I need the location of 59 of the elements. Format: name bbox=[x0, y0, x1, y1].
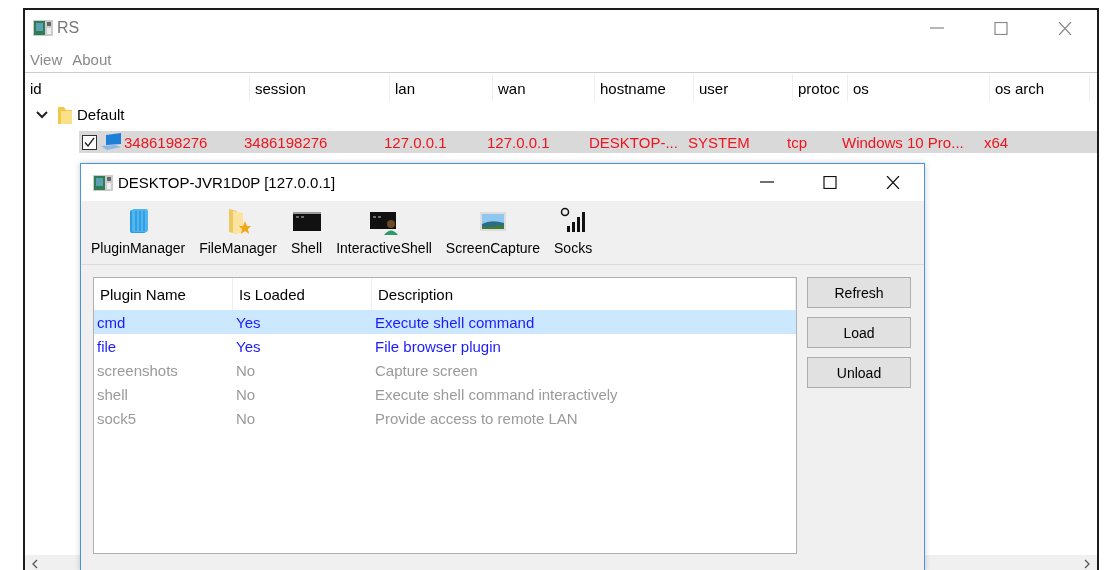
table-cell-text: sock5 bbox=[96, 409, 138, 427]
toolbar-button[interactable]: PluginManager bbox=[91, 207, 186, 264]
column-header[interactable]: session bbox=[250, 75, 390, 101]
scroll-left-icon[interactable] bbox=[31, 558, 39, 569]
table-cell-text: DESKTOP-... bbox=[588, 133, 679, 151]
app-icon bbox=[93, 174, 113, 191]
action-button[interactable]: Unload bbox=[807, 357, 911, 388]
table-cell-text: Yes bbox=[235, 313, 262, 331]
table-cell-text: No bbox=[235, 361, 257, 379]
table-cell-text: shell bbox=[96, 385, 129, 403]
column-header[interactable]: protoc bbox=[793, 75, 848, 101]
plugin-row[interactable]: file Yes File browser plugin bbox=[94, 334, 796, 358]
dialog-title: DESKTOP-JVR1D0P [127.0.0.1] bbox=[118, 174, 336, 191]
checkbox[interactable] bbox=[82, 134, 97, 150]
table-cell-text: cmd bbox=[96, 313, 127, 331]
table-cell-text: screenshots bbox=[96, 361, 179, 379]
action-button[interactable]: Refresh bbox=[807, 277, 911, 308]
table-cell-text: Yes bbox=[235, 337, 262, 355]
toolbar-button[interactable]: Shell bbox=[291, 207, 323, 264]
folder-icon bbox=[57, 104, 73, 125]
column-header[interactable]: wan bbox=[493, 75, 595, 101]
app-icon bbox=[33, 20, 53, 36]
window-title: RS bbox=[57, 19, 80, 37]
table-cell-text: x64 bbox=[983, 133, 1010, 151]
toolbar-button[interactable]: Socks bbox=[554, 207, 593, 264]
action-button[interactable]: Load bbox=[807, 317, 911, 348]
plugin-row[interactable]: cmd Yes Execute shell command bbox=[94, 310, 796, 334]
column-header[interactable]: os bbox=[848, 75, 990, 101]
menu-item[interactable]: View bbox=[29, 50, 64, 68]
column-header[interactable]: user bbox=[694, 75, 793, 101]
table-cell-text: Execute shell command bbox=[374, 313, 536, 331]
table-cell-text: Execute shell command interactively bbox=[374, 385, 619, 403]
computer-icon bbox=[100, 133, 122, 151]
table-cell-text: No bbox=[235, 385, 257, 403]
column-header[interactable]: hostname bbox=[595, 75, 694, 101]
table-cell-text: 127.0.0.1 bbox=[486, 133, 551, 151]
toolbar-button[interactable]: InteractiveShell bbox=[336, 207, 432, 264]
column-header[interactable]: lan bbox=[390, 75, 493, 101]
table-cell-text: 127.0.0.1 bbox=[383, 133, 448, 151]
table-cell-text: file bbox=[96, 337, 118, 355]
table-cell-text: No bbox=[235, 409, 257, 427]
table-cell-text: Capture screen bbox=[374, 361, 479, 379]
group-label[interactable]: Default bbox=[77, 106, 125, 123]
toolbar-button[interactable]: ScreenCapture bbox=[445, 207, 541, 264]
table-cell-text: Provide access to remote LAN bbox=[374, 409, 579, 427]
toolbar-button[interactable]: FileManager bbox=[199, 207, 277, 264]
column-header[interactable]: id bbox=[25, 75, 250, 101]
table-cell-text: 3486198276 bbox=[243, 133, 329, 151]
maximize-icon[interactable] bbox=[822, 176, 837, 189]
scroll-right-icon[interactable] bbox=[1083, 558, 1091, 569]
table-cell-text: 3486198276 bbox=[123, 133, 209, 151]
close-icon[interactable] bbox=[885, 176, 900, 189]
menu-item[interactable]: About bbox=[71, 50, 113, 68]
column-header[interactable]: os arch bbox=[990, 75, 1090, 101]
table-cell-text: Windows 10 Pro... bbox=[841, 133, 965, 151]
table-cell-text: File browser plugin bbox=[374, 337, 502, 355]
table-cell-text: SYSTEM bbox=[687, 133, 751, 151]
signal-bars-icon bbox=[559, 207, 588, 235]
table-cell-text: tcp bbox=[786, 133, 808, 151]
